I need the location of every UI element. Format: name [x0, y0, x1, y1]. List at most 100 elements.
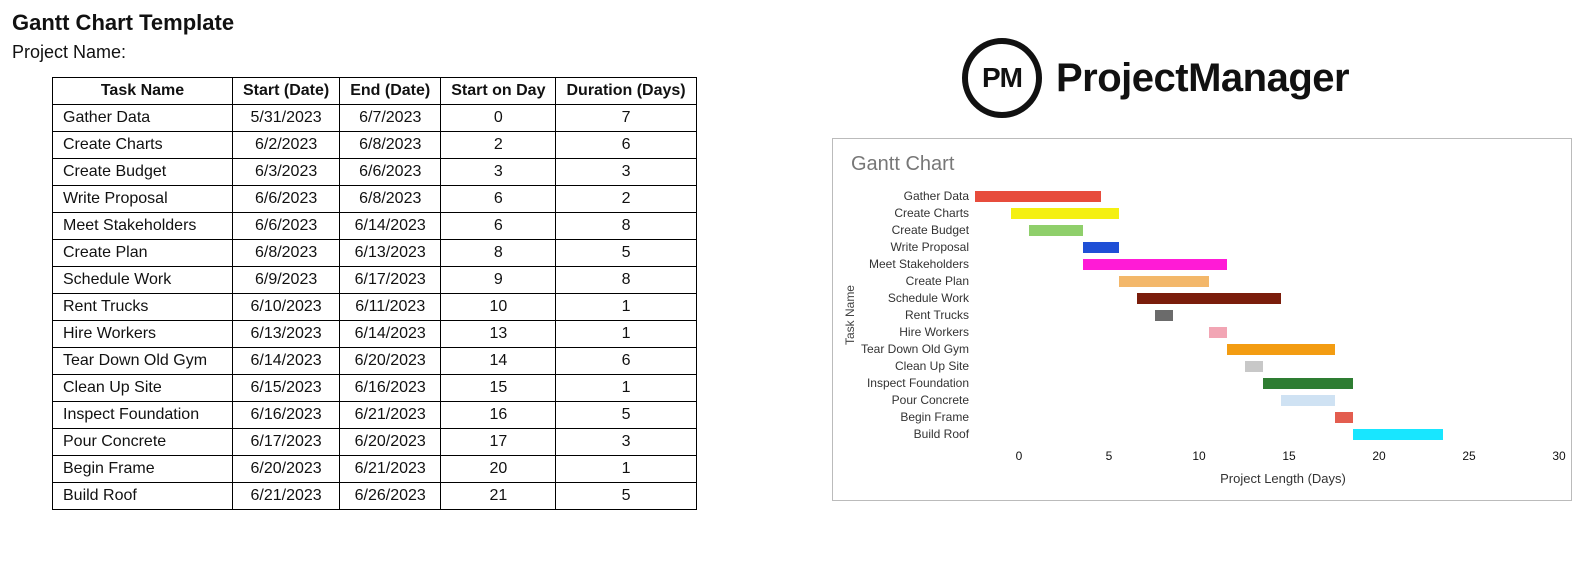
cell-end-date: 6/8/2023 — [340, 132, 441, 159]
table-row[interactable]: Create Plan6/8/20236/13/202385 — [53, 240, 697, 267]
gantt-bar — [1227, 344, 1335, 355]
y-tick-label: Hire Workers — [861, 324, 969, 341]
cell-start-on-day: 10 — [441, 294, 556, 321]
cell-end-date: 6/7/2023 — [340, 105, 441, 132]
cell-start-date: 6/15/2023 — [233, 375, 340, 402]
chart-title: Gantt Chart — [851, 153, 1561, 176]
cell-start-on-day: 15 — [441, 375, 556, 402]
y-tick-label: Build Roof — [861, 426, 969, 443]
y-tick-label: Pour Concrete — [861, 392, 969, 409]
table-row[interactable]: Meet Stakeholders6/6/20236/14/202368 — [53, 213, 697, 240]
cell-duration: 1 — [556, 294, 696, 321]
table-row[interactable]: Inspect Foundation6/16/20236/21/2023165 — [53, 402, 697, 429]
gantt-bar — [1281, 395, 1335, 406]
cell-duration: 1 — [556, 375, 696, 402]
cell-task-name: Pour Concrete — [53, 429, 233, 456]
y-tick-label: Tear Down Old Gym — [861, 341, 969, 358]
x-tick-label: 0 — [1016, 449, 1023, 463]
y-tick-label: Write Proposal — [861, 239, 969, 256]
cell-start-on-day: 6 — [441, 213, 556, 240]
logo-badge-icon: PM — [962, 38, 1042, 118]
y-tick-label: Schedule Work — [861, 290, 969, 307]
cell-start-date: 6/6/2023 — [233, 186, 340, 213]
cell-start-on-day: 13 — [441, 321, 556, 348]
cell-task-name: Write Proposal — [53, 186, 233, 213]
y-tick-label: Inspect Foundation — [861, 375, 969, 392]
table-row[interactable]: Create Budget6/3/20236/6/202333 — [53, 159, 697, 186]
gantt-chart: Gantt Chart Task Name Gather DataCreate … — [832, 138, 1572, 501]
cell-task-name: Create Plan — [53, 240, 233, 267]
y-tick-label: Rent Trucks — [861, 307, 969, 324]
cell-task-name: Rent Trucks — [53, 294, 233, 321]
cell-start-date: 6/9/2023 — [233, 267, 340, 294]
cell-task-name: Inspect Foundation — [53, 402, 233, 429]
cell-start-on-day: 20 — [441, 456, 556, 483]
gantt-bar — [1263, 378, 1353, 389]
cell-start-date: 6/13/2023 — [233, 321, 340, 348]
cell-task-name: Hire Workers — [53, 321, 233, 348]
cell-start-date: 6/3/2023 — [233, 159, 340, 186]
table-row[interactable]: Write Proposal6/6/20236/8/202362 — [53, 186, 697, 213]
col-start-date: Start (Date) — [233, 78, 340, 105]
gantt-bar — [1155, 310, 1173, 321]
cell-start-on-day: 8 — [441, 240, 556, 267]
cell-end-date: 6/26/2023 — [340, 483, 441, 510]
gantt-bar — [1029, 225, 1083, 236]
project-name-label: Project Name: — [12, 42, 812, 63]
cell-start-on-day: 3 — [441, 159, 556, 186]
cell-task-name: Create Budget — [53, 159, 233, 186]
cell-duration: 1 — [556, 456, 696, 483]
x-tick-label: 25 — [1462, 449, 1475, 463]
gantt-bar — [1209, 327, 1227, 338]
cell-task-name: Clean Up Site — [53, 375, 233, 402]
cell-start-date: 6/21/2023 — [233, 483, 340, 510]
cell-end-date: 6/21/2023 — [340, 402, 441, 429]
cell-task-name: Schedule Work — [53, 267, 233, 294]
col-start-on-day: Start on Day — [441, 78, 556, 105]
cell-start-date: 6/16/2023 — [233, 402, 340, 429]
x-axis-ticks: 051015202530 — [1019, 443, 1559, 467]
col-task-name: Task Name — [53, 78, 233, 105]
cell-duration: 5 — [556, 483, 696, 510]
table-row[interactable]: Begin Frame6/20/20236/21/2023201 — [53, 456, 697, 483]
cell-start-date: 6/6/2023 — [233, 213, 340, 240]
gantt-bar — [1335, 412, 1353, 423]
x-tick-label: 15 — [1282, 449, 1295, 463]
table-row[interactable]: Pour Concrete6/17/20236/20/2023173 — [53, 429, 697, 456]
y-tick-label: Begin Frame — [861, 409, 969, 426]
col-duration: Duration (Days) — [556, 78, 696, 105]
table-row[interactable]: Tear Down Old Gym6/14/20236/20/2023146 — [53, 348, 697, 375]
table-header-row: Task Name Start (Date) End (Date) Start … — [53, 78, 697, 105]
cell-duration: 7 — [556, 105, 696, 132]
cell-task-name: Begin Frame — [53, 456, 233, 483]
cell-start-date: 6/14/2023 — [233, 348, 340, 375]
cell-start-date: 6/8/2023 — [233, 240, 340, 267]
cell-end-date: 6/14/2023 — [340, 321, 441, 348]
gantt-bar — [975, 191, 1101, 202]
y-tick-label: Meet Stakeholders — [861, 256, 969, 273]
gantt-bar — [1353, 429, 1443, 440]
table-row[interactable]: Schedule Work6/9/20236/17/202398 — [53, 267, 697, 294]
table-row[interactable]: Create Charts6/2/20236/8/202326 — [53, 132, 697, 159]
table-row[interactable]: Gather Data5/31/20236/7/202307 — [53, 105, 697, 132]
table-row[interactable]: Rent Trucks6/10/20236/11/2023101 — [53, 294, 697, 321]
cell-duration: 2 — [556, 186, 696, 213]
cell-task-name: Meet Stakeholders — [53, 213, 233, 240]
x-tick-label: 20 — [1372, 449, 1385, 463]
cell-start-on-day: 16 — [441, 402, 556, 429]
gantt-bar — [1083, 242, 1119, 253]
cell-end-date: 6/20/2023 — [340, 429, 441, 456]
cell-start-date: 6/10/2023 — [233, 294, 340, 321]
table-row[interactable]: Clean Up Site6/15/20236/16/2023151 — [53, 375, 697, 402]
cell-end-date: 6/14/2023 — [340, 213, 441, 240]
cell-start-on-day: 6 — [441, 186, 556, 213]
cell-duration: 6 — [556, 348, 696, 375]
cell-duration: 6 — [556, 132, 696, 159]
cell-task-name: Create Charts — [53, 132, 233, 159]
table-row[interactable]: Build Roof6/21/20236/26/2023215 — [53, 483, 697, 510]
x-tick-label: 5 — [1106, 449, 1113, 463]
gantt-bar — [1011, 208, 1119, 219]
cell-start-date: 6/17/2023 — [233, 429, 340, 456]
table-row[interactable]: Hire Workers6/13/20236/14/2023131 — [53, 321, 697, 348]
col-end-date: End (Date) — [340, 78, 441, 105]
